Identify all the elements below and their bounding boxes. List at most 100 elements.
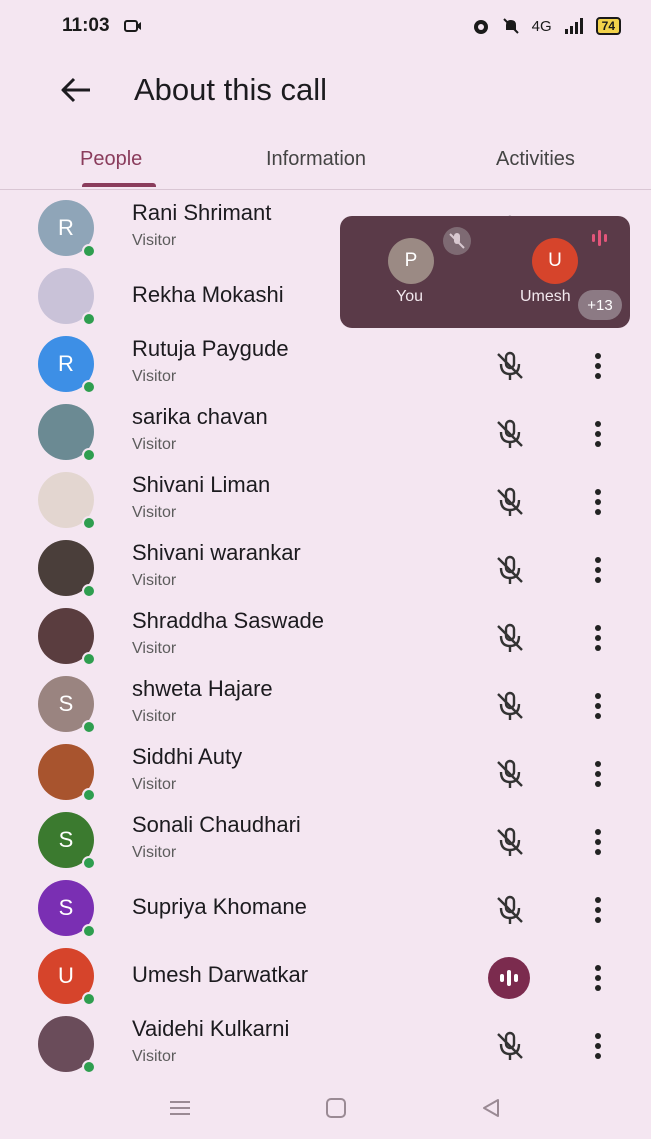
screen-record-icon [123,20,141,32]
participant-role: Visitor [132,844,177,861]
tab-activities[interactable]: Activities [496,128,575,190]
mic-off-icon[interactable] [492,416,528,452]
participant-name: Vaidehi Kulkarni [132,1016,290,1041]
home-nav-icon[interactable] [322,1096,350,1120]
more-options-icon[interactable] [584,686,612,726]
speaking-indicator-icon [488,957,530,999]
mic-off-icon[interactable] [492,1028,528,1064]
participant-row[interactable]: Siddhi Auty Visitor [0,740,651,808]
mic-off-icon[interactable] [492,348,528,384]
participant-name: Rutuja Paygude [132,336,289,361]
participant-avatar [38,540,96,598]
participant-avatar: S [38,812,96,870]
mic-off-icon[interactable] [492,484,528,520]
presence-dot [82,380,96,394]
mic-off-icon[interactable] [492,892,528,928]
mic-off-icon[interactable] [492,552,528,588]
more-options-icon[interactable] [584,618,612,658]
participant-avatar: U [38,948,96,1006]
presence-dot [82,720,96,734]
presence-dot [82,992,96,1006]
participant-row[interactable]: R Rutuja Paygude Visitor [0,332,651,400]
participant-name: Shivani Liman [132,472,271,497]
participant-name: Rekha Mokashi [132,282,284,307]
participant-role: Visitor [132,572,177,589]
more-options-icon[interactable] [584,958,612,998]
pip-you-label: You [396,288,423,305]
participant-name: Shraddha Saswade [132,608,325,633]
participant-avatar [38,404,96,462]
more-options-icon[interactable] [584,1026,612,1066]
tab-information[interactable]: Information [266,128,366,190]
participant-role: Visitor [132,1048,177,1065]
participant-role: Visitor [132,640,177,657]
participant-avatar [38,472,96,530]
system-nav-bar [0,1086,651,1130]
participant-role: Visitor [132,708,177,725]
participant-avatar: R [38,200,96,258]
presence-dot [82,244,96,258]
more-options-icon[interactable] [584,346,612,386]
participant-row[interactable]: U Umesh Darwatkar [0,944,651,1012]
battery-indicator: 74 [595,17,621,35]
participant-row[interactable]: Shivani warankar Visitor [0,536,651,604]
presence-dot [82,312,96,326]
participant-name: sarika chavan [132,404,268,429]
more-options-icon[interactable] [584,822,612,862]
more-options-icon[interactable] [584,754,612,794]
participant-avatar: S [38,880,96,938]
mic-off-icon[interactable] [492,620,528,656]
participant-row[interactable]: Vaidehi Kulkarni Visitor [0,1012,651,1080]
presence-dot [82,584,96,598]
participant-avatar [38,608,96,666]
participant-name: Supriya Khomane [132,894,307,919]
participant-role: Visitor [132,436,177,453]
participant-name: Umesh Darwatkar [132,962,309,987]
participant-name: Siddhi Auty [132,744,243,769]
tab-people[interactable]: People [80,128,142,190]
pip-umesh-avatar: U [532,238,578,284]
active-tab-indicator [82,183,156,187]
back-nav-icon[interactable] [478,1096,506,1120]
participant-name: Shivani warankar [132,540,301,565]
page-title: About this call [134,72,327,107]
arrow-back-icon [61,77,90,103]
participant-row[interactable]: S Sonali Chaudhari Visitor [0,808,651,876]
more-options-icon[interactable] [584,482,612,522]
app-header: About this call [0,60,651,120]
presence-dot [82,788,96,802]
mic-off-icon[interactable] [492,756,528,792]
signal-icon [564,18,583,34]
more-options-icon[interactable] [584,890,612,930]
call-preview[interactable]: P You U Umesh +13 [340,216,630,328]
status-bar: 11:03 4G 74 [0,0,651,52]
menu-nav-icon[interactable] [166,1096,194,1120]
participant-avatar: S [38,676,96,734]
more-options-icon[interactable] [584,414,612,454]
participant-role: Visitor [132,776,177,793]
pip-mic-off-icon [443,227,471,255]
pip-umesh-label: Umesh [520,288,571,305]
mic-off-icon[interactable] [492,824,528,860]
presence-dot [82,856,96,870]
participant-row[interactable]: Shraddha Saswade Visitor [0,604,651,672]
participant-row[interactable]: sarika chavan Visitor [0,400,651,468]
presence-dot [82,516,96,530]
participant-avatar [38,1016,96,1074]
presence-dot [82,924,96,938]
mute-notification-icon [502,18,519,34]
network-label: 4G [531,17,552,35]
participant-avatar: R [38,336,96,394]
participant-row[interactable]: Shivani Liman Visitor [0,468,651,536]
tab-bar: People Information Activities [0,128,651,190]
participant-row[interactable]: S Supriya Khomane [0,876,651,944]
participant-row[interactable]: Sshweta Hajare Visitor [0,672,651,740]
pip-more-count: +13 [578,290,622,320]
more-options-icon[interactable] [584,550,612,590]
presence-dot [82,1060,96,1074]
pip-you-avatar: P [388,238,434,284]
participant-name: shweta Hajare [132,676,273,701]
mic-off-icon[interactable] [492,688,528,724]
back-button[interactable] [46,60,106,120]
participant-role: Visitor [132,504,177,521]
